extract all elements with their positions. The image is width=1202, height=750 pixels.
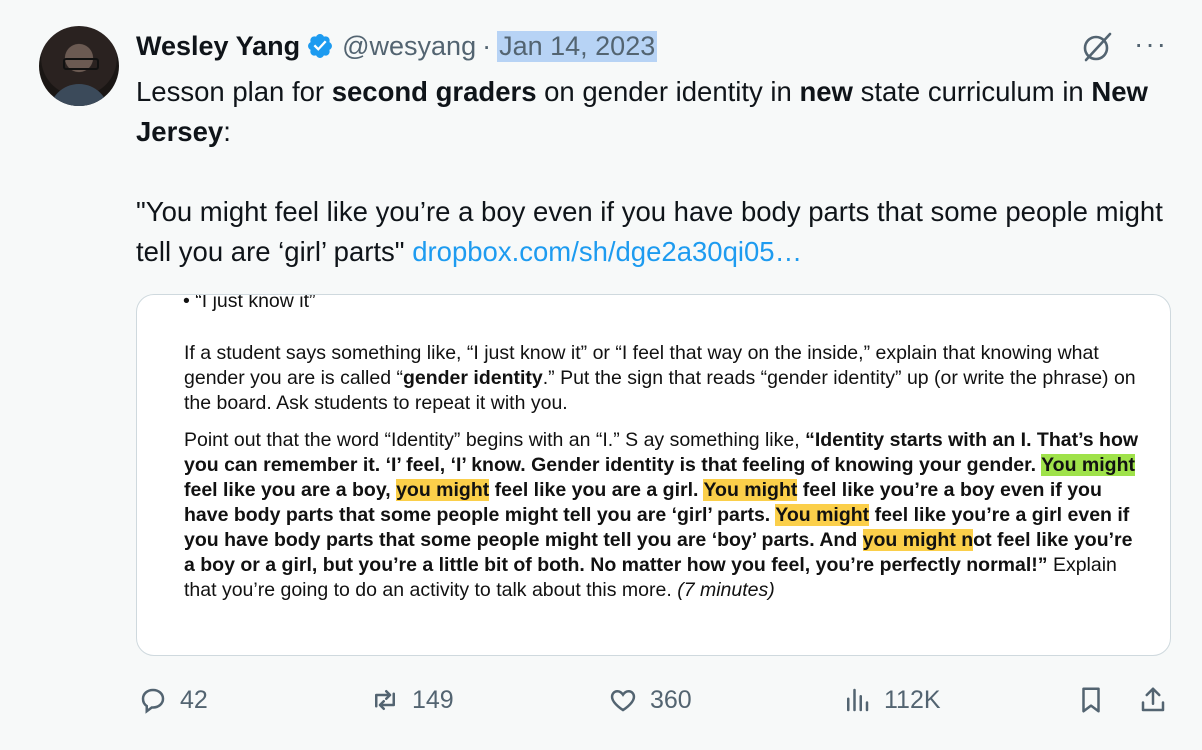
highlight-green: You might bbox=[1041, 454, 1135, 476]
highlight-yellow: you might bbox=[396, 479, 490, 501]
grok-icon[interactable] bbox=[1080, 30, 1114, 64]
tweet-quote: "You might feel like you’re a boy even i… bbox=[136, 192, 1176, 272]
like-count: 360 bbox=[650, 685, 692, 714]
repost-icon bbox=[375, 690, 395, 710]
views-count: 112K bbox=[884, 685, 941, 714]
tweet-text: Lesson plan for second graders on gender… bbox=[136, 72, 1176, 272]
highlight-yellow: You might bbox=[703, 479, 798, 501]
doc-bullet: • “I just know it” bbox=[183, 294, 316, 312]
text-run: state curriculum in bbox=[852, 76, 1092, 107]
action-bar: 42 149 360 112K bbox=[0, 680, 1202, 720]
tweet: Wesley Yang @wesyang · Jan 14, 2023 ··· … bbox=[0, 0, 1202, 750]
highlight-yellow: you might n bbox=[862, 529, 974, 551]
highlight-yellow: You might bbox=[775, 504, 870, 526]
doc-paragraph-2: Point out that the word “Identity” begin… bbox=[184, 428, 1144, 603]
doc-run: Point out that the word “Identity” begin… bbox=[184, 429, 806, 451]
attached-image[interactable]: • “I just know it” If a student says som… bbox=[136, 294, 1171, 656]
avatar-shirt bbox=[49, 84, 109, 106]
like-button[interactable]: 360 bbox=[608, 680, 692, 720]
verified-badge-icon[interactable] bbox=[306, 32, 334, 60]
text-run: Lesson plan for bbox=[136, 76, 332, 107]
reply-count: 42 bbox=[180, 685, 208, 714]
views-icon bbox=[847, 688, 869, 712]
doc-run: feel like you are a boy, bbox=[184, 479, 397, 501]
avatar[interactable] bbox=[39, 26, 119, 106]
like-icon bbox=[610, 689, 636, 712]
repost-count: 149 bbox=[412, 685, 454, 714]
author-handle[interactable]: @wesyang bbox=[342, 31, 476, 62]
author-name[interactable]: Wesley Yang bbox=[136, 31, 300, 62]
tweet-date[interactable]: Jan 14, 2023 bbox=[497, 30, 658, 62]
repost-button[interactable]: 149 bbox=[370, 680, 454, 720]
text-run: on gender identity in bbox=[536, 76, 800, 107]
doc-italic: (7 minutes) bbox=[677, 579, 775, 601]
bookmark-button[interactable] bbox=[1076, 680, 1106, 720]
doc-run: feel like you are a girl. bbox=[489, 479, 704, 501]
more-icon[interactable]: ··· bbox=[1134, 28, 1168, 60]
tweet-link[interactable]: dropbox.com/sh/dge2a30qi05… bbox=[412, 236, 802, 267]
text-bold: second graders bbox=[331, 76, 537, 107]
reply-icon bbox=[141, 688, 165, 714]
text-bold: new bbox=[799, 76, 853, 107]
doc-bold: gender identity bbox=[402, 367, 543, 389]
bookmark-icon bbox=[1082, 687, 1100, 713]
tweet-header: Wesley Yang @wesyang · Jan 14, 2023 bbox=[136, 26, 658, 66]
text-run: : bbox=[223, 116, 231, 147]
reply-button[interactable]: 42 bbox=[138, 680, 208, 720]
views-button[interactable]: 112K bbox=[842, 680, 941, 720]
tweet-line-1: Lesson plan for second graders on gender… bbox=[136, 72, 1176, 152]
doc-paragraph-1: If a student says something like, “I jus… bbox=[184, 341, 1144, 416]
avatar-glasses bbox=[63, 58, 99, 70]
doc-bold-quote: “Identity starts with an I. That’s how y… bbox=[184, 429, 1138, 576]
share-icon bbox=[1141, 687, 1165, 712]
header-separator: · bbox=[482, 30, 492, 61]
share-button[interactable] bbox=[1138, 680, 1168, 720]
